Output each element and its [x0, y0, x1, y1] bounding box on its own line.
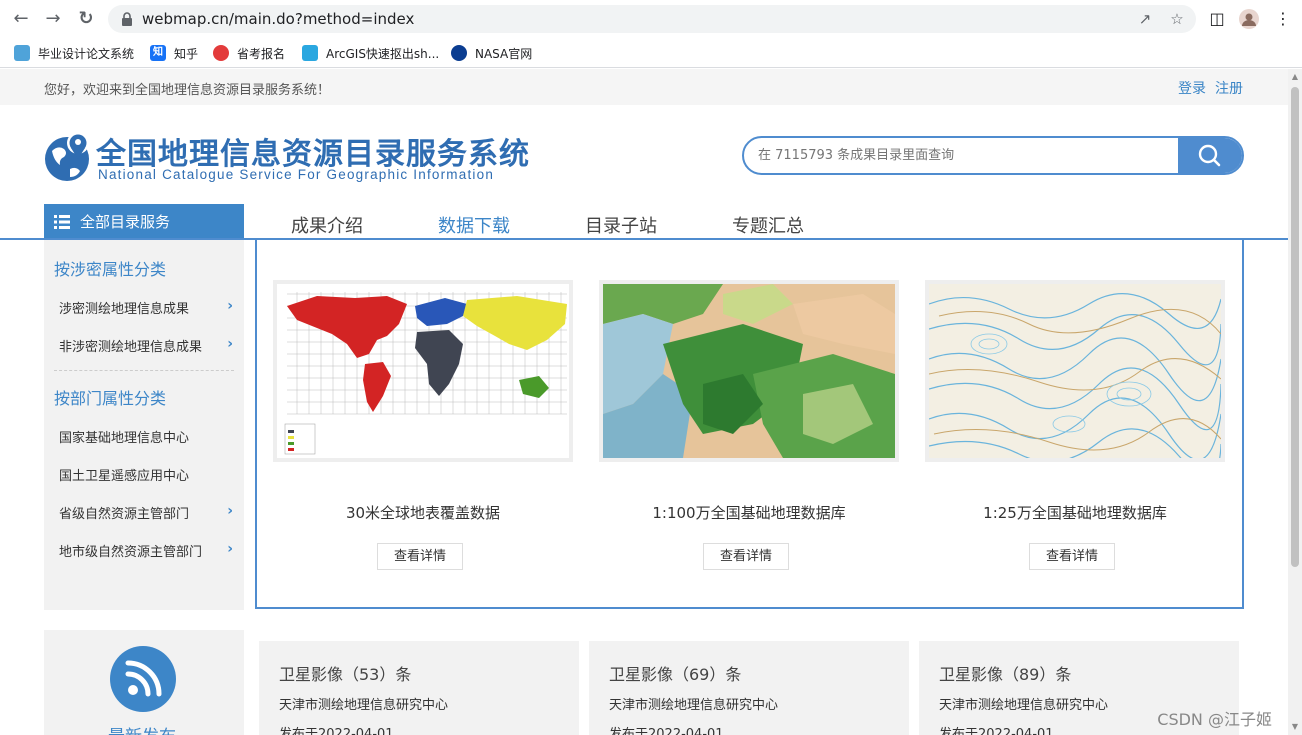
sidebar-heading-department: 按部门属性分类 [54, 389, 167, 408]
card-title: 1:100万全国基础地理数据库 [652, 504, 846, 522]
search-button[interactable] [1178, 138, 1242, 173]
category-sidebar: 按涉密属性分类 涉密测绘地理信息成果 › 非涉密测绘地理信息成果 › 按部门属性… [44, 240, 244, 610]
news-date: 发布于2022-04-01 [279, 727, 394, 735]
all-catalog-button[interactable]: 全部目录服务 [44, 204, 244, 239]
bookmark-label: ArcGIS快速抠出sh... [326, 46, 440, 61]
top-welcome-bar: 您好，欢迎来到全国地理信息资源目录服务系统！ 登录 注册 [0, 69, 1288, 105]
bookmark-item[interactable]: NASA官网 [451, 43, 532, 63]
scrollbar-thumb[interactable] [1291, 87, 1299, 567]
bookmark-star-icon[interactable]: ☆ [1168, 10, 1186, 28]
card-title: 1:25万全国基础地理数据库 [983, 504, 1167, 522]
view-details-button[interactable]: 查看详情 [703, 543, 789, 570]
sidebar-item-national-center[interactable]: 国家基础地理信息中心 [59, 427, 239, 446]
sidebar-item-provincial[interactable]: 省级自然资源主管部门 › [59, 503, 239, 522]
rss-icon [110, 646, 176, 712]
national-250k-database-thumbnail[interactable] [925, 280, 1225, 477]
news-card[interactable]: 卫星影像（53）条 天津市测绘地理信息研究中心 发布于2022-04-01 [259, 641, 579, 735]
news-card[interactable]: 卫星影像（69）条 天津市测绘地理信息研究中心 发布于2022-04-01 [589, 641, 909, 735]
reload-icon[interactable]: ↻ [75, 8, 97, 30]
lock-icon [122, 12, 132, 26]
bookmark-item[interactable]: 知 知乎 [150, 43, 198, 63]
nasa-icon [451, 45, 467, 61]
sidebar-item-label: 地市级自然资源主管部门 [59, 545, 203, 560]
page-scrollbar[interactable]: ▲ ▼ [1288, 69, 1302, 735]
profile-avatar[interactable] [1238, 8, 1260, 30]
search-bar [742, 136, 1244, 175]
sidebar-heading-secrecy: 按涉密属性分类 [54, 260, 167, 279]
data-download-panel: 30米全球地表覆盖数据 查看详情 1:100万全国基础地理数据库 查看详情 1:… [255, 240, 1244, 609]
scroll-up-icon[interactable]: ▲ [1291, 73, 1299, 81]
page-content: 您好，欢迎来到全国地理信息资源目录服务系统！ 登录 注册 全国地理信息资源目录服… [0, 69, 1288, 735]
more-menu-icon[interactable]: ⋮ [1272, 8, 1294, 30]
tab-substations[interactable]: 目录子站 [585, 212, 657, 238]
chevron-right-icon: › [227, 503, 233, 519]
sidebar-item-label: 国家基础地理信息中心 [59, 431, 190, 446]
bookmarks-bar: 毕业设计论文系统 知 知乎 省考报名 ArcGIS快速抠出sh... NASA官… [0, 38, 1302, 68]
share-icon[interactable]: ↗ [1136, 10, 1154, 28]
url-text: webmap.cn/main.do?method=index [142, 10, 415, 28]
login-link[interactable]: 登录 [1178, 78, 1206, 98]
back-arrow-icon[interactable]: ← [10, 8, 32, 30]
bookmark-favicon-icon [213, 45, 229, 61]
forward-arrow-icon[interactable]: → [42, 8, 64, 30]
bookmark-label: 省考报名 [237, 46, 286, 61]
scroll-down-icon[interactable]: ▼ [1291, 723, 1299, 731]
site-logo[interactable]: 全国地理信息资源目录服务系统 National Catalogue Servic… [44, 127, 544, 187]
news-title: 卫星影像（89）条 [939, 665, 1072, 684]
bilibili-icon [302, 45, 318, 61]
news-organization: 天津市测绘地理信息研究中心 [939, 698, 1109, 713]
sidebar-item-unclassified[interactable]: 非涉密测绘地理信息成果 › [59, 336, 239, 355]
chevron-right-icon: › [227, 298, 233, 314]
sidebar-item-classified[interactable]: 涉密测绘地理信息成果 › [59, 298, 239, 317]
chevron-right-icon: › [227, 336, 233, 352]
chevron-right-icon: › [227, 541, 233, 557]
side-panel-icon[interactable]: ◫ [1206, 8, 1228, 30]
globe-pin-icon [45, 132, 89, 181]
list-menu-icon [54, 214, 70, 229]
browser-toolbar: ← → ↻ webmap.cn/main.do?method=index ↗ ☆… [0, 0, 1302, 38]
news-title: 卫星影像（53）条 [279, 665, 412, 684]
news-organization: 天津市测绘地理信息研究中心 [279, 698, 449, 713]
sidebar-item-label: 国土卫星遥感应用中心 [59, 469, 190, 484]
tab-download[interactable]: 数据下载 [438, 212, 510, 238]
news-date: 发布于2022-04-01 [939, 727, 1054, 735]
view-details-button[interactable]: 查看详情 [377, 543, 463, 570]
bookmark-item[interactable]: 省考报名 [213, 43, 285, 63]
news-title: 卫星影像（69）条 [609, 665, 742, 684]
site-subtitle: National Catalogue Service For Geographi… [98, 167, 495, 182]
sidebar-item-satellite-center[interactable]: 国土卫星遥感应用中心 [59, 465, 239, 484]
bookmark-favicon-icon [14, 45, 30, 61]
card-title: 30米全球地表覆盖数据 [345, 504, 501, 522]
address-bar[interactable]: webmap.cn/main.do?method=index ↗ ☆ [108, 5, 1196, 33]
news-organization: 天津市测绘地理信息研究中心 [609, 698, 779, 713]
tab-intro[interactable]: 成果介绍 [291, 212, 363, 238]
terrain-map-image [603, 284, 895, 458]
latest-release-label: 最新发布 [108, 722, 176, 735]
sidebar-item-label: 非涉密测绘地理信息成果 [59, 340, 203, 355]
sidebar-item-municipal[interactable]: 地市级自然资源主管部门 › [59, 541, 239, 560]
view-details-button[interactable]: 查看详情 [1029, 543, 1115, 570]
search-icon [1198, 144, 1221, 167]
world-map-image [277, 284, 569, 458]
bookmark-label: 毕业设计论文系统 [38, 46, 135, 61]
bookmark-label: NASA官网 [475, 46, 533, 61]
sidebar-item-label: 涉密测绘地理信息成果 [59, 302, 190, 317]
tab-topics[interactable]: 专题汇总 [732, 212, 804, 238]
latest-release-block[interactable]: 最新发布 [44, 630, 244, 735]
search-input[interactable] [744, 138, 1180, 173]
news-date: 发布于2022-04-01 [609, 727, 724, 735]
bookmark-item[interactable]: 毕业设计论文系统 [14, 43, 134, 63]
zhihu-icon: 知 [150, 45, 166, 61]
global-landcover-thumbnail[interactable] [273, 280, 573, 462]
bookmark-item[interactable]: ArcGIS快速抠出sh... [302, 43, 439, 63]
national-1m-database-thumbnail[interactable] [599, 280, 899, 462]
sidebar-item-label: 省级自然资源主管部门 [59, 507, 190, 522]
catalog-label: 全部目录服务 [80, 213, 171, 231]
csdn-watermark: CSDN @江子姬 [1157, 710, 1272, 729]
register-link[interactable]: 注册 [1215, 78, 1243, 98]
bookmark-label: 知乎 [174, 46, 199, 61]
welcome-text: 您好，欢迎来到全国地理信息资源目录服务系统！ [44, 83, 331, 98]
contour-map-image [928, 284, 1222, 477]
sidebar-divider [54, 370, 234, 371]
